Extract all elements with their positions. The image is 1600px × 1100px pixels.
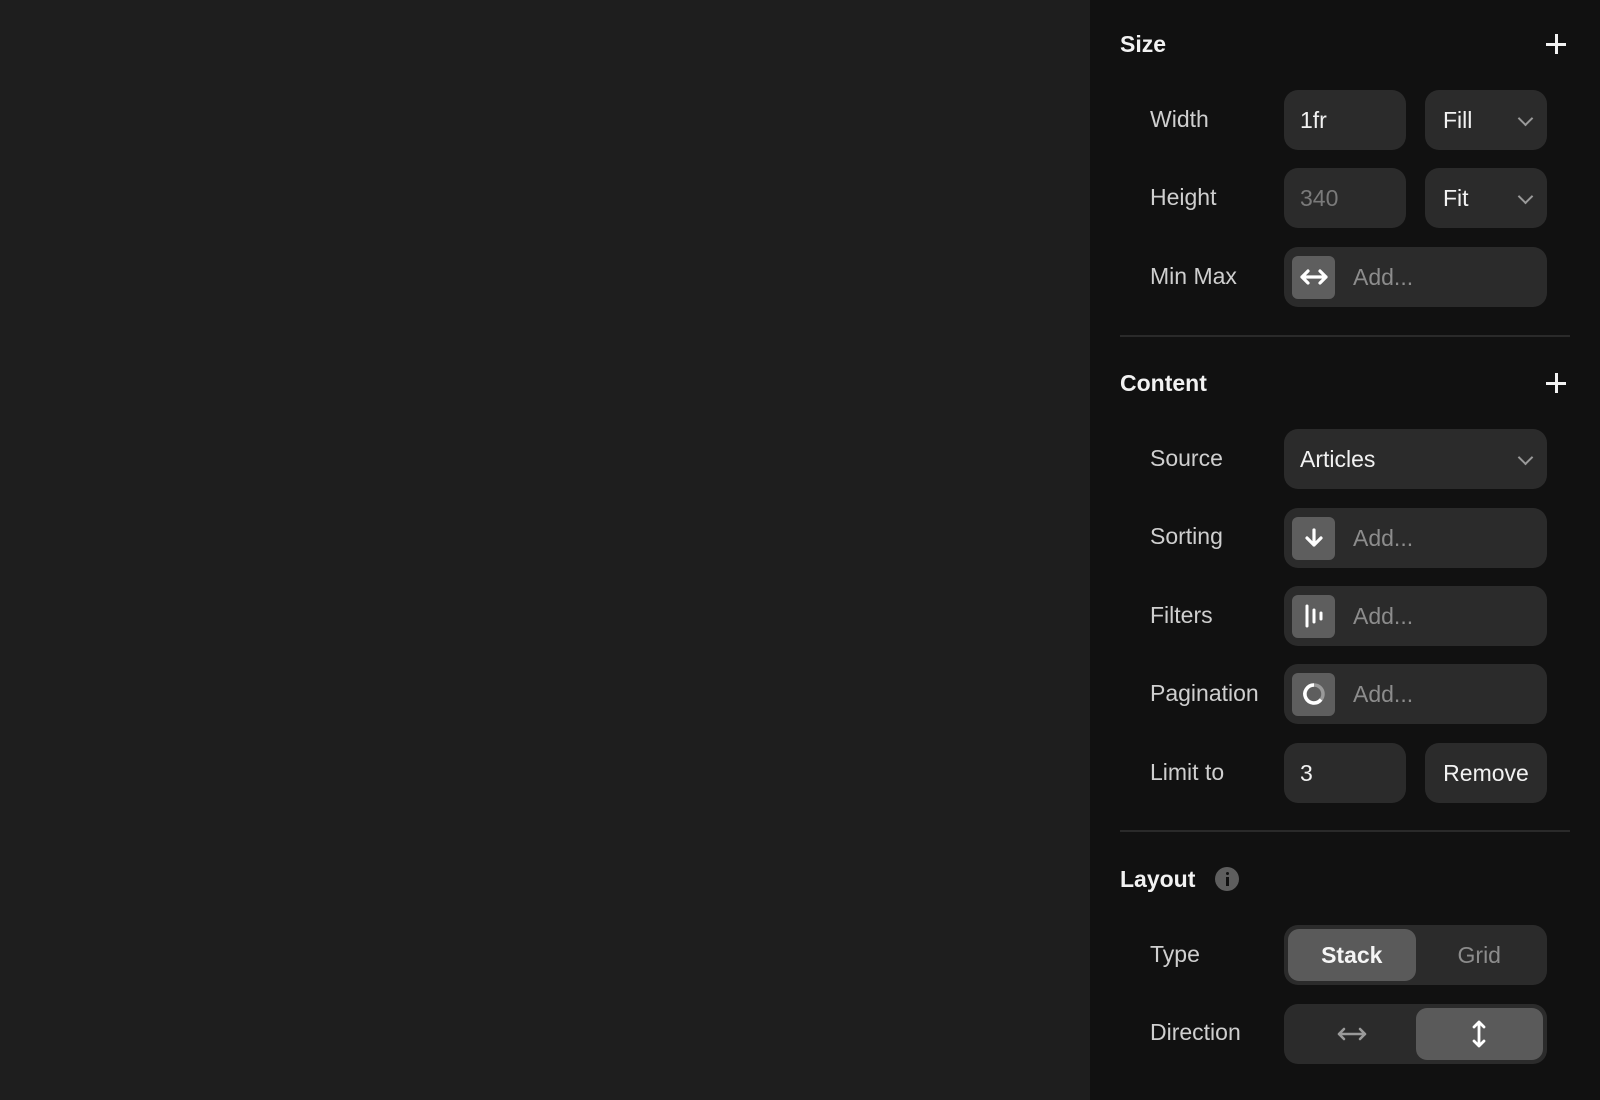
sorting-field[interactable]: Add... — [1284, 508, 1547, 568]
canvas-area[interactable] — [0, 0, 1090, 1100]
info-icon[interactable] — [1215, 867, 1240, 891]
sorting-label: Sorting — [1150, 523, 1223, 549]
minmax-label: Min Max — [1150, 263, 1237, 289]
chevron-down-icon — [1517, 449, 1534, 466]
horizontal-arrows-icon — [1337, 1027, 1367, 1041]
limit-input[interactable]: 3 — [1284, 743, 1406, 803]
section-divider — [1120, 335, 1570, 337]
direction-option-horizontal[interactable] — [1288, 1008, 1416, 1060]
remove-limit-button[interactable]: Remove — [1425, 743, 1547, 803]
source-value: Articles — [1300, 445, 1376, 472]
width-mode-select[interactable]: Fill — [1425, 90, 1547, 150]
direction-label: Direction — [1150, 1019, 1241, 1045]
filters-placeholder: Add... — [1353, 602, 1414, 629]
type-option-stack[interactable]: Stack — [1288, 929, 1416, 981]
section-title-layout: Layout — [1120, 864, 1240, 894]
pagination-label: Pagination — [1150, 680, 1259, 706]
type-option-grid[interactable]: Grid — [1416, 929, 1544, 981]
sorting-placeholder: Add... — [1353, 524, 1414, 551]
height-mode-value: Fit — [1443, 184, 1469, 211]
horizontal-arrows-icon — [1292, 255, 1335, 299]
filter-bars-icon — [1292, 594, 1335, 638]
limit-label: Limit to — [1150, 759, 1225, 785]
direction-option-vertical[interactable] — [1415, 1008, 1543, 1060]
properties-panel: Size Width 1fr Fill Height 340 Fit Min M… — [1090, 0, 1600, 1100]
width-value: 1fr — [1300, 106, 1327, 133]
source-select[interactable]: Articles — [1284, 429, 1547, 489]
layout-type-toggle: Stack Grid — [1284, 925, 1547, 985]
pagination-placeholder: Add... — [1353, 680, 1414, 707]
section-divider — [1120, 830, 1570, 832]
source-label: Source — [1150, 445, 1223, 471]
pagination-field[interactable]: Add... — [1284, 664, 1547, 724]
type-label: Type — [1150, 941, 1200, 967]
add-size-button[interactable] — [1544, 32, 1568, 56]
chevron-down-icon — [1517, 188, 1534, 205]
height-input[interactable]: 340 — [1284, 168, 1406, 228]
filters-field[interactable]: Add... — [1284, 586, 1547, 646]
minmax-placeholder: Add... — [1353, 263, 1414, 290]
height-placeholder: 340 — [1300, 184, 1339, 211]
height-mode-select[interactable]: Fit — [1425, 168, 1547, 228]
section-title-size: Size — [1120, 30, 1167, 57]
limit-value: 3 — [1300, 759, 1313, 786]
minmax-field[interactable]: Add... — [1284, 247, 1547, 307]
layout-title: Layout — [1120, 865, 1196, 892]
width-mode-value: Fill — [1443, 106, 1473, 133]
remove-label: Remove — [1443, 759, 1529, 786]
vertical-arrows-icon — [1472, 1020, 1486, 1048]
width-label: Width — [1150, 106, 1209, 132]
chevron-down-icon — [1517, 110, 1534, 127]
section-title-content: Content — [1120, 369, 1207, 396]
filters-label: Filters — [1150, 602, 1213, 628]
add-content-button[interactable] — [1544, 371, 1568, 395]
layout-direction-toggle — [1284, 1004, 1547, 1064]
arrow-down-icon — [1292, 516, 1335, 560]
width-input[interactable]: 1fr — [1284, 90, 1406, 150]
height-label: Height — [1150, 184, 1217, 210]
loading-ring-icon — [1292, 672, 1335, 716]
